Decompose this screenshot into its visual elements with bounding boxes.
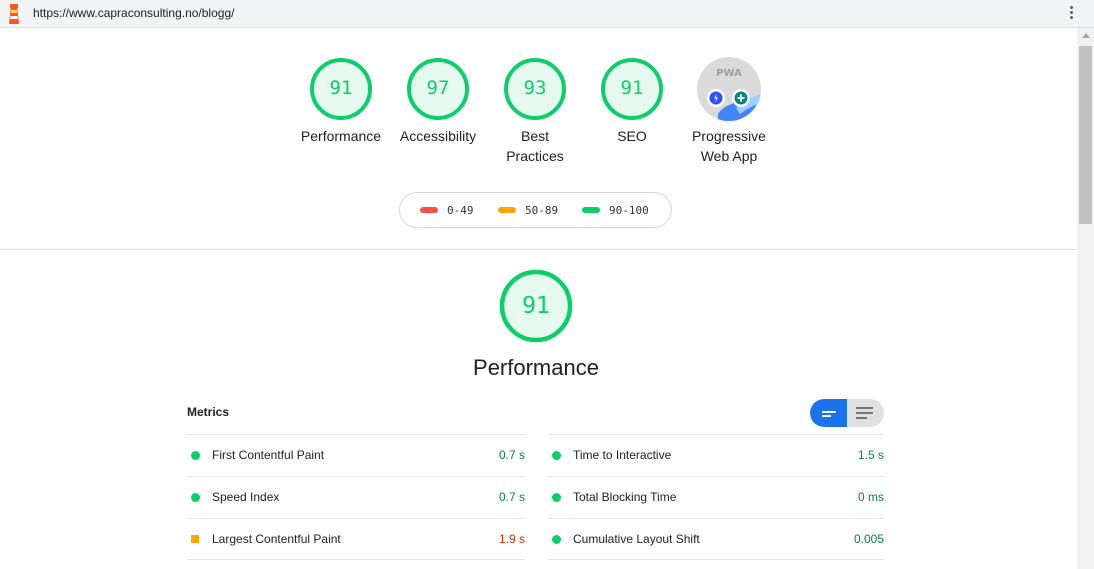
metric-label: Largest Contentful Paint [212, 532, 341, 546]
metric-label: Cumulative Layout Shift [573, 532, 700, 546]
legend-range: 90-100 [609, 204, 649, 217]
gauge-label: Progressive Web App [679, 126, 779, 166]
expanded-view-button[interactable] [847, 399, 884, 427]
legend-range: 0-49 [447, 204, 474, 217]
metric-label: Time to Interactive [573, 448, 672, 462]
gauge-accessibility[interactable]: 97 Accessibility [393, 56, 483, 146]
legend-item-fail: 0-49 [420, 204, 474, 218]
average-indicator-icon [191, 535, 199, 543]
metric-value: 1.5 s [857, 448, 884, 462]
metrics-column-right: Time to Interactive 1.5 s Total Blocking… [548, 434, 884, 560]
legend-swatch [582, 207, 600, 213]
metric-time-to-interactive: Time to Interactive 1.5 s [548, 434, 884, 476]
report-content: 91 Performance 97 Accessibility 93 Best … [0, 28, 1077, 569]
metric-largest-contentful-paint: Largest Contentful Paint 1.9 s [187, 518, 525, 560]
metrics-view-toggle [810, 399, 884, 427]
metric-label: Speed Index [212, 490, 280, 504]
gauge-score: 91 [620, 77, 644, 99]
pwa-badge-icon: PWA [697, 57, 761, 121]
metrics-heading: Metrics [187, 405, 230, 419]
gauge-score: 97 [426, 77, 450, 99]
metric-value: 1.9 s [498, 532, 525, 546]
compact-view-button[interactable] [810, 399, 847, 427]
gauge-score: 91 [522, 293, 550, 319]
metric-speed-index: Speed Index 0.7 s [187, 476, 525, 518]
metric-label: First Contentful Paint [212, 448, 325, 462]
gauge-label-line: Web App [700, 148, 758, 164]
gauge-label: Best Practices [490, 126, 580, 166]
lighthouse-logo-icon [9, 4, 19, 24]
gauge-best-practices[interactable]: 93 Best Practices [490, 56, 580, 166]
gauge-pwa[interactable]: PWA Progressive Web App [679, 56, 779, 166]
metric-value: 0.7 s [498, 448, 525, 462]
gauge-label: SEO [617, 128, 647, 144]
pass-indicator-icon [191, 493, 200, 502]
pass-indicator-icon [552, 493, 561, 502]
scroll-up-arrow-icon[interactable] [1082, 33, 1090, 38]
performance-title: Performance [473, 355, 599, 380]
legend-item-pass: 90-100 [582, 204, 649, 218]
gauge-seo[interactable]: 91 SEO [587, 56, 677, 146]
gauge-label: Performance [300, 128, 382, 144]
section-divider [0, 249, 1077, 250]
pwa-badge-text: PWA [716, 68, 742, 79]
vertical-scrollbar[interactable] [1077, 28, 1094, 569]
gauge-label-line: Practices [506, 148, 564, 164]
gauge-label: Accessibility [399, 128, 477, 144]
url-text[interactable]: https://www.capraconsulting.no/blogg/ [33, 6, 234, 20]
gauge-label-line: Best [520, 128, 549, 144]
browser-toolbar: https://www.capraconsulting.no/blogg/ [0, 0, 1094, 28]
score-scale-legend: 0-49 50-89 90-100 [399, 192, 672, 228]
gauge-label-line: Progressive [692, 128, 766, 144]
metric-value: 0.005 [853, 532, 884, 546]
gauge-performance[interactable]: 91 Performance [296, 56, 386, 146]
pass-indicator-icon [552, 451, 561, 460]
gauge-score: 91 [329, 77, 353, 99]
scroll-thumb[interactable] [1079, 46, 1092, 224]
legend-item-average: 50-89 [498, 204, 558, 218]
more-options-icon[interactable] [1068, 4, 1074, 24]
pass-indicator-icon [191, 451, 200, 460]
pass-indicator-icon [552, 535, 561, 544]
legend-swatch [420, 207, 438, 213]
metric-cumulative-layout-shift: Cumulative Layout Shift 0.005 [548, 518, 884, 560]
legend-range: 50-89 [525, 204, 559, 217]
legend-swatch [498, 207, 516, 213]
gauge-score: 93 [523, 77, 547, 99]
metric-total-blocking-time: Total Blocking Time 0 ms [548, 476, 884, 518]
performance-gauge-large: 91 [498, 268, 574, 344]
metrics-column-left: First Contentful Paint 0.7 s Speed Index… [187, 434, 525, 560]
metric-value: 0 ms [857, 490, 884, 504]
metric-label: Total Blocking Time [573, 490, 677, 504]
metric-first-contentful-paint: First Contentful Paint 0.7 s [187, 434, 525, 476]
metric-value: 0.7 s [498, 490, 525, 504]
